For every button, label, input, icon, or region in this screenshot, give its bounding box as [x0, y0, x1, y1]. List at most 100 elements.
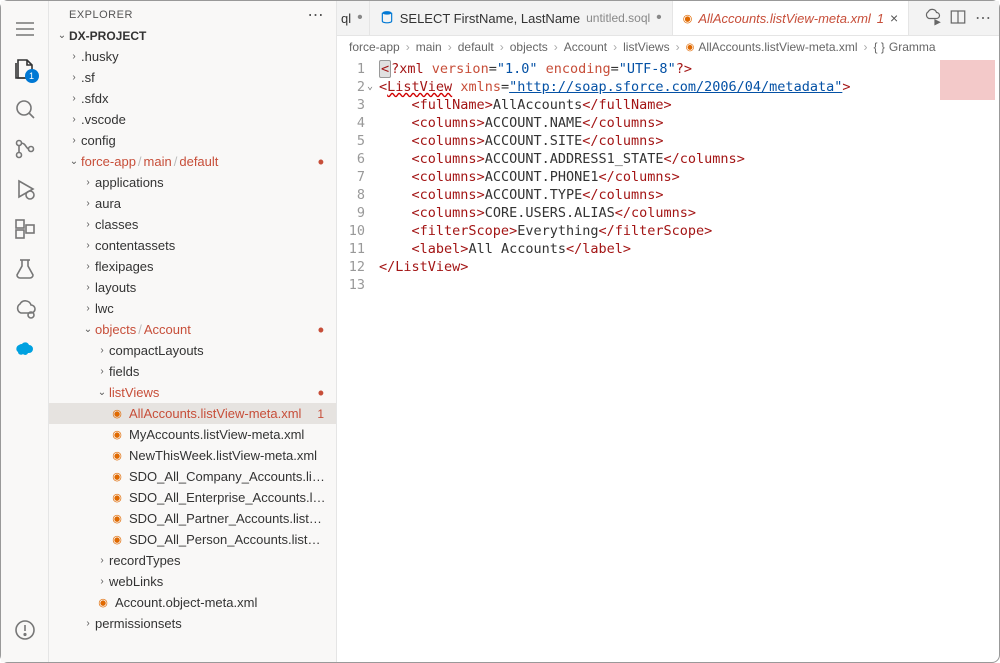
file-account-meta[interactable]: ◉Account.object-meta.xml [49, 592, 336, 613]
rss-icon: ◉ [109, 490, 125, 506]
rss-icon: ◉ [109, 511, 125, 527]
file-sdo-enterprise[interactable]: ◉SDO_All_Enterprise_Accounts.listVie... [49, 487, 336, 508]
testing-icon[interactable] [1, 249, 49, 289]
chevron-right-icon: › [95, 366, 109, 377]
modified-dot-icon: • [318, 157, 328, 167]
chevron-right-icon: › [81, 219, 95, 230]
search-icon[interactable] [1, 89, 49, 129]
folder-husky[interactable]: ›.husky [49, 46, 336, 67]
folder-compactlayouts[interactable]: ›compactLayouts [49, 340, 336, 361]
code-content[interactable]: <?xml version="1.0" encoding="UTF-8"?> <… [379, 58, 999, 662]
menu-icon[interactable] [1, 9, 49, 49]
chevron-right-icon: › [81, 303, 95, 314]
folder-force-app[interactable]: ⌄ force-app/main/default • [49, 151, 336, 172]
folder-flexipages[interactable]: ›flexipages [49, 256, 336, 277]
folder-weblinks[interactable]: ›webLinks [49, 571, 336, 592]
extensions-icon[interactable] [1, 209, 49, 249]
modified-dot-icon: • [318, 388, 328, 398]
line-number-gutter: 1 ⌄2 345 678 91011 1213 [337, 58, 379, 662]
database-icon [380, 10, 394, 27]
tab-active[interactable]: ◉ AllAccounts.listView-meta.xml 1 × [673, 1, 909, 35]
rss-icon: ◉ [95, 595, 111, 611]
explorer-more-icon[interactable]: ⋯ [308, 10, 325, 21]
folder-sf[interactable]: ›.sf [49, 67, 336, 88]
chevron-down-icon: ⌄ [95, 387, 109, 398]
file-allaccounts[interactable]: ◉ AllAccounts.listView-meta.xml 1 [49, 403, 336, 424]
rss-icon: ◉ [109, 427, 125, 443]
folder-permissionsets[interactable]: ›permissionsets [49, 613, 336, 634]
folder-aura[interactable]: ›aura [49, 193, 336, 214]
breadcrumbs[interactable]: force-app› main› default› objects› Accou… [337, 36, 999, 58]
tab-bar: ql • SELECT FirstName, LastName untitled… [337, 1, 999, 36]
folder-objects-account[interactable]: ⌄ objects/Account • [49, 319, 336, 340]
dirty-dot-icon: • [357, 9, 363, 27]
file-tree: ⌄ DX-PROJECT ›.husky ›.sf ›.sfdx ›.vscod… [49, 25, 336, 662]
file-sdo-company[interactable]: ◉SDO_All_Company_Accounts.listView... [49, 466, 336, 487]
chevron-right-icon: › [67, 93, 81, 104]
modified-dot-icon: • [318, 325, 328, 335]
tab-soql[interactable]: SELECT FirstName, LastName untitled.soql… [370, 1, 673, 35]
rss-icon: ◉ [109, 532, 125, 548]
folder-lwc[interactable]: ›lwc [49, 298, 336, 319]
folder-applications[interactable]: ›applications [49, 172, 336, 193]
rss-icon: ◉ [109, 448, 125, 464]
chevron-right-icon: › [67, 114, 81, 125]
explorer-sidebar: EXPLORER ⋯ ⌄ DX-PROJECT ›.husky ›.sf ›.s… [49, 1, 337, 662]
project-root[interactable]: ⌄ DX-PROJECT [49, 25, 336, 46]
file-sdo-partner[interactable]: ◉SDO_All_Partner_Accounts.listView-... [49, 508, 336, 529]
folder-vscode[interactable]: ›.vscode [49, 109, 336, 130]
folder-contentassets[interactable]: ›contentassets [49, 235, 336, 256]
chevron-right-icon: › [67, 51, 81, 62]
rss-icon: ◉ [109, 406, 125, 422]
chevron-right-icon: › [81, 240, 95, 251]
rss-icon: ◉ [686, 42, 695, 53]
chevron-right-icon: › [95, 345, 109, 356]
chevron-right-icon: › [67, 135, 81, 146]
cloud-icon[interactable] [1, 289, 49, 329]
folder-config[interactable]: ›config [49, 130, 336, 151]
chevron-right-icon: › [81, 282, 95, 293]
chevron-right-icon: › [81, 198, 95, 209]
explorer-icon[interactable]: 1 [1, 49, 49, 89]
tab-label: AllAccounts.listView-meta.xml [698, 11, 870, 26]
source-control-icon[interactable] [1, 129, 49, 169]
cloud-run-icon[interactable] [923, 8, 941, 29]
folder-fields[interactable]: ›fields [49, 361, 336, 382]
editor-area: ql • SELECT FirstName, LastName untitled… [337, 1, 999, 662]
close-icon[interactable]: × [890, 10, 898, 26]
folder-recordtypes[interactable]: ›recordTypes [49, 550, 336, 571]
tab-secondary-label: untitled.soql [586, 11, 650, 25]
rss-icon: ◉ [683, 12, 693, 25]
split-editor-icon[interactable] [949, 8, 967, 29]
tab-problem-count: 1 [877, 11, 884, 26]
folder-layouts[interactable]: ›layouts [49, 277, 336, 298]
warning-icon[interactable] [1, 610, 49, 650]
dirty-dot-icon: • [656, 9, 662, 27]
run-debug-icon[interactable] [1, 169, 49, 209]
folder-sfdx[interactable]: ›.sfdx [49, 88, 336, 109]
chevron-down-icon: ⌄ [55, 30, 69, 41]
file-newthisweek[interactable]: ◉NewThisWeek.listView-meta.xml [49, 445, 336, 466]
rss-icon: ◉ [109, 469, 125, 485]
file-myaccounts[interactable]: ◉MyAccounts.listView-meta.xml [49, 424, 336, 445]
file-sdo-person[interactable]: ◉SDO_All_Person_Accounts.listView-... [49, 529, 336, 550]
explorer-title: EXPLORER [69, 9, 133, 21]
tab-label: SELECT FirstName, LastName [400, 11, 580, 26]
explorer-badge: 1 [25, 69, 39, 83]
fold-icon[interactable]: ⌄ [367, 78, 373, 96]
code-editor[interactable]: 1 ⌄2 345 678 91011 1213 <?xml version="1… [337, 58, 999, 662]
salesforce-icon[interactable] [1, 329, 49, 369]
chevron-right-icon: › [81, 177, 95, 188]
folder-listviews[interactable]: ⌄ listViews • [49, 382, 336, 403]
activity-bar: 1 [1, 1, 49, 662]
chevron-down-icon: ⌄ [67, 156, 81, 167]
folder-classes[interactable]: ›classes [49, 214, 336, 235]
more-icon[interactable]: ⋯ [975, 8, 991, 28]
chevron-right-icon: › [95, 576, 109, 587]
problem-count: 1 [317, 407, 328, 421]
chevron-down-icon: ⌄ [81, 324, 95, 335]
chevron-right-icon: › [81, 261, 95, 272]
braces-icon: { } [874, 40, 885, 54]
chevron-right-icon: › [95, 555, 109, 566]
tab-partial[interactable]: ql • [337, 1, 370, 35]
